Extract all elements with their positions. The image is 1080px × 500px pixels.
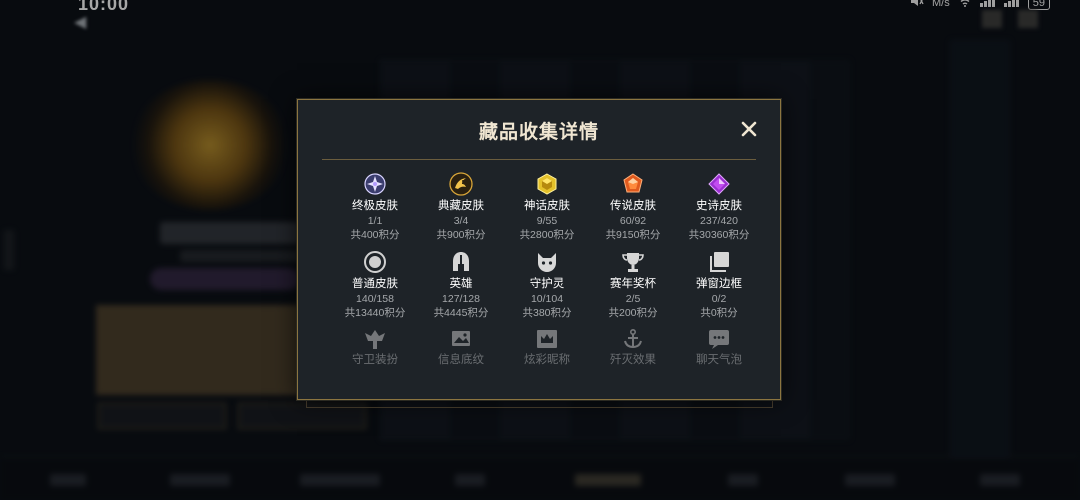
- item-name: 普通皮肤: [352, 278, 398, 290]
- item-name: 守卫装扮: [352, 354, 398, 366]
- trophy-icon: [621, 250, 645, 274]
- collection-row: 守卫装扮 信息底纹 炫彩昵称 歼灭效果 聊天气泡: [334, 328, 760, 368]
- collection-item[interactable]: 传说皮肤 60/92 共9150积分: [592, 172, 674, 250]
- item-count: 140/158: [356, 293, 394, 305]
- collection-item[interactable]: 弹窗边框 0/2 共0积分: [678, 250, 760, 328]
- collection-item[interactable]: 信息底纹: [420, 328, 502, 368]
- crown-icon: [535, 328, 559, 350]
- close-icon[interactable]: [740, 120, 758, 138]
- item-count: 2/5: [625, 293, 641, 305]
- banner-icon: [449, 328, 473, 350]
- collection-item[interactable]: 英雄 127/128 共4445积分: [420, 250, 502, 328]
- item-name: 英雄: [449, 278, 473, 290]
- mythic-dragon-skin-icon: [449, 172, 473, 196]
- collection-grid: 终极皮肤 1/1 共400积分 典藏皮肤 3/4 共900积分 神话皮肤 9/5…: [334, 172, 760, 368]
- item-count: 9/55: [536, 215, 558, 227]
- item-points: 共13440积分: [344, 307, 406, 319]
- item-count: 10/104: [530, 293, 564, 305]
- little-legend-icon: [535, 250, 559, 274]
- champion-helmet-icon: [449, 250, 473, 274]
- collection-row: 终极皮肤 1/1 共400积分 典藏皮肤 3/4 共900积分 神话皮肤 9/5…: [334, 172, 760, 250]
- ultimate-skin-icon: [363, 172, 387, 196]
- item-name: 弹窗边框: [696, 278, 742, 290]
- item-name: 炫彩昵称: [524, 354, 570, 366]
- item-points: 共900积分: [436, 229, 486, 241]
- collection-item[interactable]: 典藏皮肤 3/4 共900积分: [420, 172, 502, 250]
- item-name: 传说皮肤: [610, 200, 656, 212]
- item-name: 歼灭效果: [610, 354, 656, 366]
- collection-row: 普通皮肤 140/158 共13440积分 英雄 127/128 共4445积分…: [334, 250, 760, 328]
- item-points: 共400积分: [350, 229, 400, 241]
- collection-item[interactable]: 普通皮肤 140/158 共13440积分: [334, 250, 416, 328]
- scroll-fade: [299, 364, 779, 398]
- collection-item[interactable]: 聊天气泡: [678, 328, 760, 368]
- item-name: 守护灵: [529, 278, 565, 290]
- collection-item[interactable]: 炫彩昵称: [506, 328, 588, 368]
- item-points: 共380积分: [522, 307, 572, 319]
- collection-item[interactable]: 歼灭效果: [592, 328, 674, 368]
- item-count: 237/420: [700, 215, 738, 227]
- collection-item[interactable]: 守卫装扮: [334, 328, 416, 368]
- item-name: 赛年奖杯: [610, 278, 656, 290]
- item-points: 共30360积分: [688, 229, 750, 241]
- item-name: 终极皮肤: [352, 200, 398, 212]
- item-count: 1/1: [367, 215, 383, 227]
- anchor-icon: [621, 328, 645, 350]
- item-name: 典藏皮肤: [438, 200, 484, 212]
- item-count: 3/4: [453, 215, 469, 227]
- chat-bubble-icon: [707, 328, 731, 350]
- standard-skin-icon: [363, 250, 387, 274]
- item-points: 共9150积分: [605, 229, 661, 241]
- item-points: 共2800积分: [519, 229, 575, 241]
- title-divider: [322, 159, 756, 160]
- mythic-skin-icon: [535, 172, 559, 196]
- collection-item[interactable]: 守护灵 10/104 共380积分: [506, 250, 588, 328]
- epic-skin-icon: [707, 172, 731, 196]
- item-points: 共0积分: [700, 307, 738, 319]
- dialog-title: 藏品收集详情: [478, 122, 599, 143]
- collection-details-dialog: 藏品收集详情 终极皮肤 1/1 共400积分 典藏皮肤 3/4 共900积分 神…: [297, 99, 781, 400]
- ward-skin-icon: [363, 328, 387, 350]
- item-count: 0/2: [711, 293, 727, 305]
- frame-icon: [707, 250, 731, 274]
- item-count: 127/128: [442, 293, 480, 305]
- item-name: 聊天气泡: [696, 354, 742, 366]
- collection-item[interactable]: 神话皮肤 9/55 共2800积分: [506, 172, 588, 250]
- collection-item[interactable]: 终极皮肤 1/1 共400积分: [334, 172, 416, 250]
- item-count: 60/92: [619, 215, 647, 227]
- collection-item[interactable]: 史诗皮肤 237/420 共30360积分: [678, 172, 760, 250]
- item-name: 史诗皮肤: [696, 200, 742, 212]
- item-points: 共200积分: [608, 307, 658, 319]
- collection-item[interactable]: 赛年奖杯 2/5 共200积分: [592, 250, 674, 328]
- legendary-skin-icon: [621, 172, 645, 196]
- item-points: 共4445积分: [433, 307, 489, 319]
- item-name: 神话皮肤: [524, 200, 570, 212]
- item-name: 信息底纹: [438, 354, 484, 366]
